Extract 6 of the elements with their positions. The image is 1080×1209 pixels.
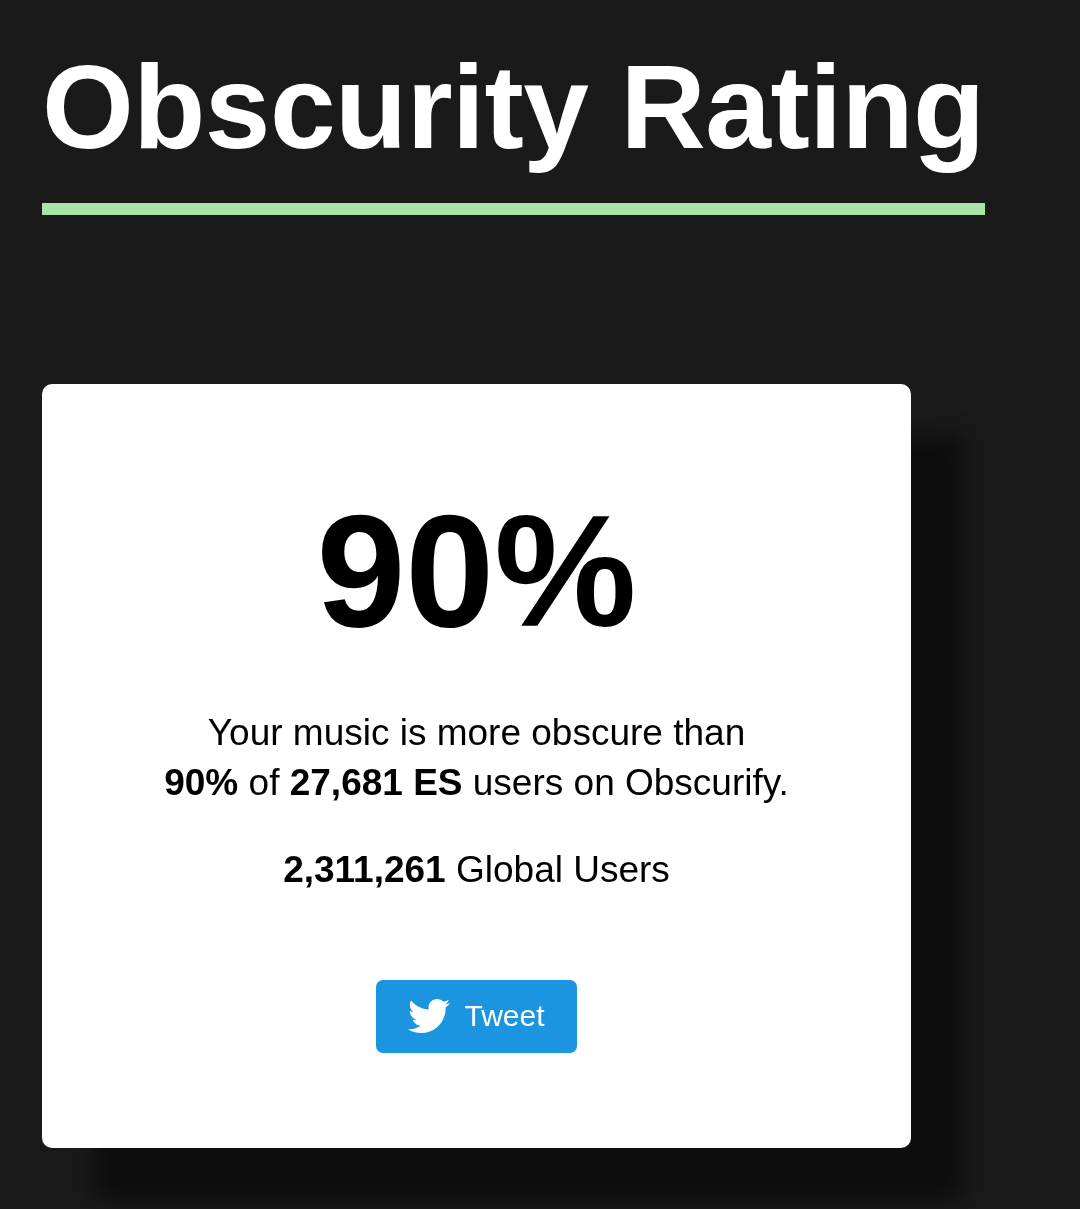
- page-title: Obscurity Rating: [42, 40, 985, 175]
- rating-percent: 90%: [316, 490, 637, 651]
- bird-icon: [408, 999, 451, 1034]
- rating-summary: Your music is more obscure than 90% of 27,681 ES users on Obscurify.: [164, 710, 789, 805]
- global-users-count: 2,311,261 Global Users: [283, 847, 670, 892]
- tweet-button[interactable]: Tweet: [376, 979, 577, 1053]
